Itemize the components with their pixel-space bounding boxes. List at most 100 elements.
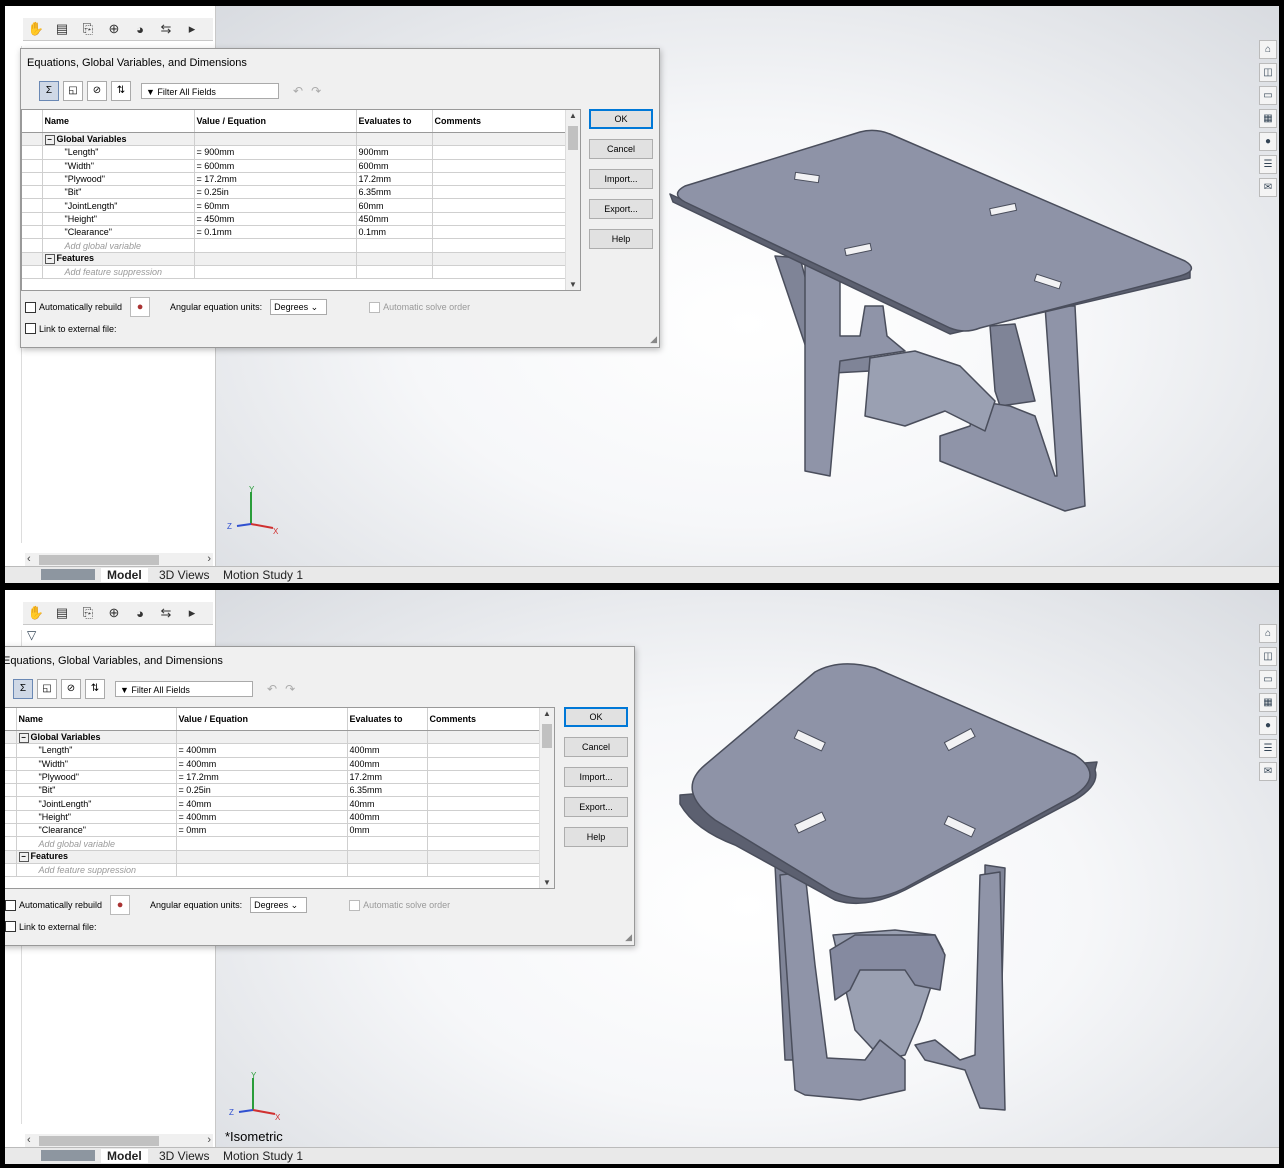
- var-comment[interactable]: [427, 823, 541, 838]
- undo-icon[interactable]: ↶: [267, 682, 277, 696]
- var-value[interactable]: = 60mm: [194, 198, 357, 213]
- var-comment[interactable]: [432, 172, 567, 187]
- var-value[interactable]: = 17.2mm: [176, 770, 348, 785]
- add-row[interactable]: Add feature suppression: [5, 863, 541, 878]
- var-name[interactable]: "Bit": [42, 185, 195, 200]
- redo-icon[interactable]: ↷: [285, 682, 295, 696]
- table-row[interactable]: "JointLength" = 60mm 60mm: [22, 198, 567, 213]
- add-feature-placeholder[interactable]: Add feature suppression: [42, 265, 195, 280]
- section-global-variables[interactable]: − Global Variables: [5, 730, 541, 745]
- auto-rebuild-checkbox[interactable]: [5, 899, 16, 911]
- var-value[interactable]: = 0.25in: [194, 185, 357, 200]
- var-name[interactable]: "JointLength": [16, 796, 177, 811]
- cancel-button[interactable]: Cancel: [564, 737, 628, 757]
- var-comment[interactable]: [432, 212, 567, 227]
- var-name[interactable]: "Width": [16, 757, 177, 771]
- feature-tree-icon[interactable]: ✋: [23, 19, 49, 39]
- var-name[interactable]: "Height": [42, 212, 195, 227]
- collapse-icon[interactable]: −: [44, 254, 55, 265]
- column-comments[interactable]: Comments: [432, 110, 567, 133]
- sketch-equation-view-icon[interactable]: ◱: [63, 81, 83, 101]
- var-comment[interactable]: [432, 145, 567, 160]
- column-value[interactable]: Value / Equation: [176, 708, 348, 731]
- display-manager-icon[interactable]: ◕: [127, 19, 153, 39]
- parts-icon[interactable]: ◫: [1259, 63, 1277, 82]
- dimxpert-icon[interactable]: ⊕: [101, 603, 127, 623]
- help-button[interactable]: Help: [564, 827, 628, 847]
- var-name[interactable]: "Plywood": [16, 770, 177, 785]
- ok-button[interactable]: OK: [589, 109, 653, 129]
- property-manager-icon[interactable]: ▤: [49, 19, 75, 39]
- parts-icon[interactable]: ◫: [1259, 647, 1277, 666]
- table-row[interactable]: "Plywood" = 17.2mm 17.2mm: [22, 172, 567, 187]
- tab-motion-study[interactable]: Motion Study 1: [217, 1149, 309, 1163]
- table-row[interactable]: "Length" = 900mm 900mm: [22, 145, 567, 160]
- properties-icon[interactable]: ☰: [1259, 155, 1277, 174]
- scroll-right-icon[interactable]: ›: [207, 1134, 211, 1146]
- scroll-thumb[interactable]: [542, 724, 552, 748]
- scroll-thumb[interactable]: [39, 1136, 159, 1146]
- dimension-view-icon[interactable]: ⊘: [61, 679, 81, 699]
- add-row[interactable]: Add global variable: [5, 836, 541, 851]
- tab-nav-arrows[interactable]: [41, 569, 95, 580]
- angular-units-select[interactable]: Degrees ⌄: [270, 299, 328, 315]
- var-value[interactable]: = 600mm: [194, 159, 357, 173]
- home-icon[interactable]: ⌂: [1259, 624, 1277, 643]
- config-manager-icon[interactable]: ⎘: [75, 19, 101, 39]
- sketch-equation-view-icon[interactable]: ◱: [37, 679, 57, 699]
- table-row[interactable]: "Bit" = 0.25in 6.35mm: [5, 783, 541, 798]
- tab-nav-arrows[interactable]: [41, 1150, 95, 1161]
- folder-icon[interactable]: ▭: [1259, 86, 1277, 105]
- var-comment[interactable]: [432, 185, 567, 200]
- angular-units-select[interactable]: Degrees ⌄: [250, 897, 308, 913]
- appearance-icon[interactable]: ●: [1259, 132, 1277, 151]
- display-manager-icon[interactable]: ◕: [127, 603, 153, 623]
- cancel-button[interactable]: Cancel: [589, 139, 653, 159]
- column-name[interactable]: Name: [42, 110, 195, 133]
- filter-icon[interactable]: ▽: [27, 628, 36, 642]
- column-evaluates[interactable]: Evaluates to: [347, 708, 428, 731]
- var-comment[interactable]: [432, 198, 567, 213]
- tabs-arrow-icon[interactable]: ▸: [179, 603, 205, 623]
- table-row[interactable]: "Clearance" = 0.1mm 0.1mm: [22, 225, 567, 240]
- var-name[interactable]: "Length": [16, 743, 177, 758]
- filter-input[interactable]: ▼ Filter All Fields: [141, 83, 279, 99]
- table-row[interactable]: "Width" = 600mm 600mm: [22, 159, 567, 173]
- var-value[interactable]: = 0mm: [176, 823, 348, 838]
- cam-icon[interactable]: ⇆: [153, 603, 179, 623]
- tab-motion-study[interactable]: Motion Study 1: [217, 568, 309, 582]
- forum-icon[interactable]: ✉: [1259, 178, 1277, 197]
- dimxpert-icon[interactable]: ⊕: [101, 19, 127, 39]
- var-name[interactable]: "Length": [42, 145, 195, 160]
- add-row[interactable]: Add global variable: [22, 238, 567, 253]
- ordered-view-icon[interactable]: ⇅: [111, 81, 131, 101]
- table-row[interactable]: "JointLength" = 40mm 40mm: [5, 796, 541, 811]
- var-value[interactable]: = 0.1mm: [194, 225, 357, 240]
- table-row[interactable]: "Bit" = 0.25in 6.35mm: [22, 185, 567, 200]
- collapse-icon[interactable]: −: [18, 732, 29, 743]
- column-name[interactable]: Name: [16, 708, 177, 731]
- horizontal-scrollbar[interactable]: ‹ ›: [25, 1134, 213, 1148]
- var-name[interactable]: "Clearance": [42, 225, 195, 240]
- export-button[interactable]: Export...: [589, 199, 653, 219]
- var-comment[interactable]: [427, 770, 541, 785]
- table-row[interactable]: "Width" = 400mm 400mm: [5, 757, 541, 771]
- tab-model[interactable]: Model: [101, 1149, 148, 1163]
- export-button[interactable]: Export...: [564, 797, 628, 817]
- add-global-placeholder[interactable]: Add global variable: [16, 836, 177, 851]
- scroll-thumb[interactable]: [568, 126, 578, 150]
- column-value[interactable]: Value / Equation: [194, 110, 357, 133]
- ordered-view-icon[interactable]: ⇅: [85, 679, 105, 699]
- rebuild-traffic-light-icon[interactable]: ●: [130, 297, 151, 317]
- collapse-icon[interactable]: −: [18, 852, 29, 863]
- resize-grip-icon[interactable]: ◢: [650, 334, 657, 345]
- var-comment[interactable]: [427, 783, 541, 798]
- redo-icon[interactable]: ↷: [311, 84, 321, 98]
- view-palette-icon[interactable]: ▦: [1259, 693, 1277, 712]
- section-features[interactable]: − Features: [22, 252, 567, 266]
- var-value[interactable]: = 900mm: [194, 145, 357, 160]
- var-comment[interactable]: [427, 796, 541, 811]
- var-value[interactable]: = 400mm: [176, 743, 348, 758]
- var-value[interactable]: = 450mm: [194, 212, 357, 227]
- section-features[interactable]: − Features: [5, 850, 541, 864]
